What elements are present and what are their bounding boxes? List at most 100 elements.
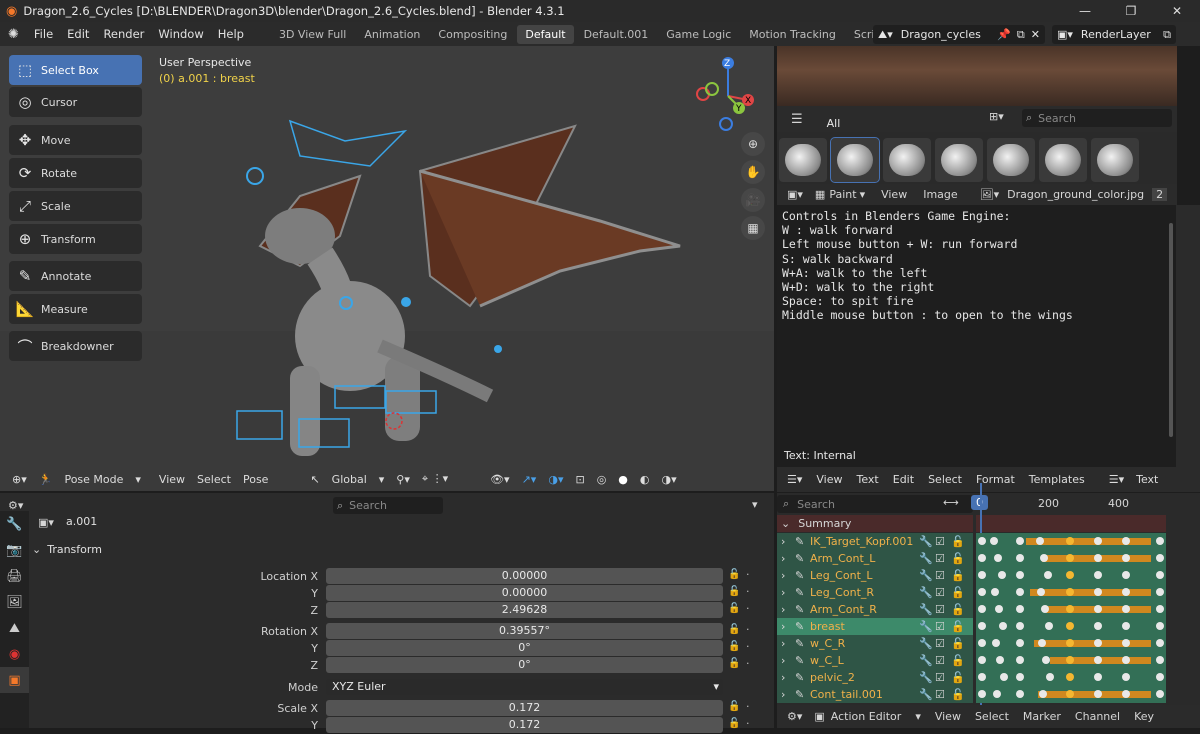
keyframe[interactable] (1066, 639, 1074, 647)
image-editor[interactable]: ☰ All ⊞▾ ⌕ Search ▣▾ ▦ Paint ▾ View Imag… (777, 46, 1200, 205)
viewport-menu-view[interactable]: View (153, 473, 191, 486)
keyframe[interactable] (1094, 656, 1102, 664)
tool-annotate[interactable]: ✎ Annotate (9, 261, 142, 291)
snap-icon[interactable]: ⌖ ⋮▾ (416, 472, 454, 486)
checkbox-icon[interactable]: ☑ (935, 535, 945, 548)
keyframe[interactable] (999, 622, 1007, 630)
properties-options-icon[interactable]: ▾ (752, 498, 758, 511)
text-datablock-name[interactable]: Text (1136, 473, 1158, 486)
wrench-icon[interactable]: 🔧 (919, 620, 933, 633)
keyframe[interactable] (1038, 639, 1046, 647)
keyframe-dot-icon[interactable]: · (746, 717, 750, 730)
sync-length-icon[interactable]: ⟷ (943, 496, 959, 509)
keyframe[interactable] (978, 554, 986, 562)
keyframe[interactable] (1066, 690, 1074, 698)
checkbox-icon[interactable]: ☑ (935, 620, 945, 633)
expand-icon[interactable]: › (781, 620, 785, 633)
expand-icon[interactable]: › (781, 654, 785, 667)
shading-wireframe-icon[interactable]: ◎ (591, 473, 613, 486)
keyframe[interactable] (1066, 588, 1074, 596)
channel-row[interactable]: › ✎ Cont_tail.001 🔧 ☑ 🔓 (777, 686, 973, 703)
visibility-icon[interactable]: 👁▾ (484, 473, 516, 486)
keyframe[interactable] (978, 690, 986, 698)
keyframe[interactable] (1042, 656, 1050, 664)
paint-mode-selector[interactable]: Paint (829, 188, 856, 201)
keyframe[interactable] (1122, 622, 1130, 630)
image-name-field[interactable]: Dragon_ground_color.jpg (1007, 188, 1144, 201)
keyframe[interactable] (1094, 639, 1102, 647)
close-button[interactable]: ✕ (1154, 0, 1200, 22)
channel-track[interactable] (976, 618, 1166, 635)
tool-tab-icon[interactable]: 🔧 (0, 511, 29, 537)
keyframe[interactable] (1066, 571, 1074, 579)
text-menu-view[interactable]: View (816, 473, 842, 486)
maximize-button[interactable]: ❐ (1108, 0, 1154, 22)
lock-icon[interactable]: 🔓 (728, 641, 740, 652)
brush-thumbnail[interactable] (1039, 138, 1087, 182)
tool-move[interactable]: ✥ Move (9, 125, 142, 155)
channel-row[interactable]: › ✎ Arm_Cont_R 🔧 ☑ 🔓 (777, 601, 973, 618)
tool-select-box[interactable]: ⬚ Select Box (9, 55, 142, 85)
keyframe[interactable] (1045, 622, 1053, 630)
lock-icon[interactable]: 🔓 (728, 569, 740, 580)
text-editor-type-icon[interactable]: ☰▾ (787, 473, 802, 486)
keyframe[interactable] (1016, 588, 1024, 596)
lock-icon[interactable]: 🔓 (728, 701, 740, 712)
rotation-x-field[interactable]: 0.39557° (326, 623, 723, 639)
lock-icon[interactable]: 🔓 (951, 535, 965, 548)
channel-track[interactable] (976, 567, 1166, 584)
tool-cursor[interactable]: ◎ Cursor (9, 87, 142, 117)
action-menu-view[interactable]: View (935, 710, 961, 723)
image-menu-image[interactable]: Image (923, 188, 957, 201)
scale-x-field[interactable]: 0.172 (326, 700, 723, 716)
keyframe[interactable] (978, 639, 986, 647)
lock-icon[interactable]: 🔓 (728, 624, 740, 635)
keyframe[interactable] (996, 656, 1004, 664)
keyframe[interactable] (978, 537, 986, 545)
shading-solid-icon[interactable]: ● (612, 473, 634, 486)
mode-selector[interactable]: Pose Mode (58, 473, 129, 486)
checkbox-icon[interactable]: ☑ (935, 637, 945, 650)
workspace-tab-default[interactable]: Default (517, 24, 574, 44)
keyframe[interactable] (1122, 588, 1130, 596)
summary-row[interactable]: ⌄ Summary (777, 515, 973, 532)
text-scrollbar[interactable] (1169, 223, 1173, 437)
workspace-tab-game-logic[interactable]: Game Logic (658, 25, 739, 44)
brush-thumbnail[interactable] (987, 138, 1035, 182)
keyframe[interactable] (1156, 537, 1164, 545)
keyframe[interactable] (1016, 690, 1024, 698)
location-z-field[interactable]: 2.49628 (326, 602, 723, 618)
action-menu-marker[interactable]: Marker (1023, 710, 1061, 723)
keyframe[interactable] (1156, 588, 1164, 596)
workspace-tab-animation[interactable]: Animation (356, 25, 428, 44)
keyframe[interactable] (1122, 554, 1130, 562)
lock-icon[interactable]: 🔓 (951, 620, 965, 633)
keyframe[interactable] (998, 571, 1006, 579)
keyframe-dot-icon[interactable]: · (746, 640, 750, 653)
tool-scale[interactable]: ⤢ Scale (9, 191, 142, 221)
lock-icon[interactable]: 🔓 (951, 603, 965, 616)
checkbox-icon[interactable]: ☑ (935, 671, 945, 684)
action-menu-select[interactable]: Select (975, 710, 1009, 723)
properties-search-input[interactable]: ⌕ Search (333, 497, 443, 514)
keyframe[interactable] (1016, 537, 1024, 545)
workspace-tab-compositing[interactable]: Compositing (430, 25, 515, 44)
zoom-icon[interactable]: ⊕ (741, 132, 765, 156)
image-menu-view[interactable]: View (881, 188, 907, 201)
keyframe[interactable] (1000, 673, 1008, 681)
brush-tab-all[interactable]: All (827, 117, 841, 130)
viewport-menu-select[interactable]: Select (191, 473, 237, 486)
scene-selector[interactable]: ⛰▾ Dragon_cycles 📌 ⧉ ✕ (873, 25, 1045, 44)
scale-y-field[interactable]: 0.172 (326, 717, 723, 733)
channel-track[interactable] (976, 635, 1166, 652)
keyframe[interactable] (1044, 571, 1052, 579)
expand-icon[interactable]: › (781, 552, 785, 565)
keyframe[interactable] (994, 554, 1002, 562)
pin-icon[interactable]: 📌 (997, 28, 1011, 41)
keyframe[interactable] (995, 605, 1003, 613)
menu-render[interactable]: Render (96, 27, 151, 41)
keyframe[interactable] (1016, 554, 1024, 562)
keyframe[interactable] (1094, 690, 1102, 698)
keyframe[interactable] (978, 622, 986, 630)
text-menu-select[interactable]: Select (928, 473, 962, 486)
